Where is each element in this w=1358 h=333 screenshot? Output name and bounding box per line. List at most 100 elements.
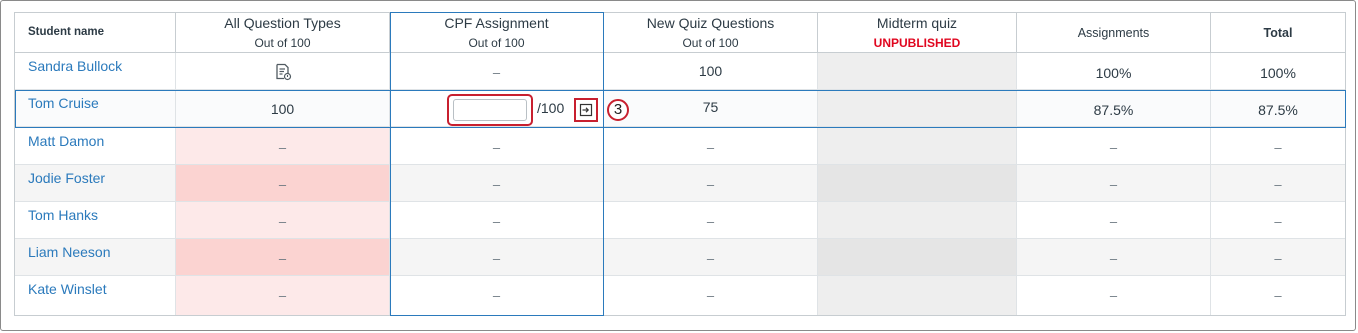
grade-value: – xyxy=(706,288,715,303)
header-title: CPF Assignment xyxy=(444,15,549,31)
grade-cell-missing[interactable]: – xyxy=(176,165,390,201)
grade-cell[interactable]: – xyxy=(390,239,604,275)
table-row: Matt Damon – – – – – xyxy=(15,128,1345,165)
header-title: New Quiz Questions xyxy=(646,15,775,31)
grade-cell-missing[interactable]: – xyxy=(176,128,390,164)
total-cell: – xyxy=(1211,276,1345,315)
gradebook-grid: Student name All Question Types Out of 1… xyxy=(14,12,1346,316)
grade-cell[interactable]: – xyxy=(604,276,818,315)
assignments-value: – xyxy=(1109,214,1118,229)
total-cell: 87.5% xyxy=(1211,90,1345,126)
header-student-name[interactable]: Student name xyxy=(15,13,176,53)
total-value: 87.5% xyxy=(1258,102,1298,118)
student-name-link[interactable]: Tom Hanks xyxy=(28,207,98,223)
total-cell: – xyxy=(1211,165,1345,201)
total-value: – xyxy=(1274,214,1282,229)
grade-value: – xyxy=(706,177,715,192)
grade-input[interactable] xyxy=(453,99,527,121)
student-name-link[interactable]: Jodie Foster xyxy=(28,170,105,186)
grade-cell[interactable]: 100 xyxy=(604,53,818,89)
assignments-value: – xyxy=(1109,251,1118,266)
grade-cell[interactable]: – xyxy=(604,128,818,164)
grade-cell[interactable]: – xyxy=(390,128,604,164)
assignments-cell: – xyxy=(1017,165,1211,201)
grade-value: – xyxy=(492,177,501,192)
header-assignments[interactable]: Assignments xyxy=(1017,13,1211,53)
grade-value: – xyxy=(706,214,715,229)
student-cell: Tom Cruise xyxy=(15,90,176,126)
student-name-link[interactable]: Sandra Bullock xyxy=(28,58,122,74)
grade-cell[interactable]: 75 xyxy=(604,90,818,126)
student-name-link[interactable]: Liam Neeson xyxy=(28,244,111,260)
grade-input-highlight xyxy=(447,94,533,126)
grade-cell[interactable]: – xyxy=(390,276,604,315)
grade-cell-missing[interactable]: – xyxy=(176,202,390,238)
student-cell: Kate Winslet xyxy=(15,276,176,315)
total-value: 100% xyxy=(1260,65,1296,81)
total-cell: – xyxy=(1211,239,1345,275)
grade-value: – xyxy=(278,214,287,229)
assignments-value: – xyxy=(1109,288,1118,303)
total-value: – xyxy=(1274,140,1282,155)
grade-value: – xyxy=(278,177,287,192)
grade-cell[interactable]: 100 xyxy=(176,90,390,126)
assignments-value: – xyxy=(1109,177,1118,192)
assignments-cell: – xyxy=(1017,276,1211,315)
grade-cell-missing[interactable]: – xyxy=(176,276,390,315)
header-title: Midterm quiz xyxy=(876,15,958,31)
header-new-quiz-questions[interactable]: New Quiz Questions Out of 100 xyxy=(604,13,818,53)
grade-cell-missing[interactable]: – xyxy=(176,239,390,275)
student-cell: Tom Hanks xyxy=(15,202,176,238)
grade-value: 100 xyxy=(270,101,295,117)
grade-cell[interactable]: – xyxy=(390,165,604,201)
total-cell: – xyxy=(1211,202,1345,238)
header-points: Out of 100 xyxy=(468,36,525,50)
header-cpf-assignment[interactable]: CPF Assignment Out of 100 xyxy=(390,13,604,53)
header-title: Assignments xyxy=(1077,26,1150,40)
table-row: Kate Winslet – – – – – xyxy=(15,276,1345,315)
step-callout: 3 xyxy=(607,99,629,121)
grade-value: – xyxy=(492,288,501,303)
assignments-cell: 87.5% xyxy=(1017,90,1211,126)
student-name-link[interactable]: Tom Cruise xyxy=(28,95,99,111)
assignments-cell: – xyxy=(1017,202,1211,238)
table-row: Tom Hanks – – – – – xyxy=(15,202,1345,239)
header-points: Out of 100 xyxy=(254,36,311,50)
assignments-value: 100% xyxy=(1095,65,1132,81)
header-student-name-label: Student name xyxy=(28,26,105,38)
header-title: Total xyxy=(1263,26,1293,40)
grade-value: – xyxy=(492,214,501,229)
grade-cell-midterm[interactable] xyxy=(818,53,1017,89)
table-row: Sandra Bullock – 100 100% 100% xyxy=(15,53,1345,90)
open-grade-detail-tray-button[interactable] xyxy=(574,98,598,122)
grade-cell-midterm[interactable] xyxy=(818,165,1017,201)
grade-cell[interactable]: – xyxy=(604,202,818,238)
total-value: – xyxy=(1274,251,1282,266)
grade-cell[interactable]: – xyxy=(604,165,818,201)
student-name-link[interactable]: Matt Damon xyxy=(28,133,104,149)
table-row: Jodie Foster – – – – – xyxy=(15,165,1345,202)
header-total[interactable]: Total xyxy=(1211,13,1345,53)
grade-cell[interactable] xyxy=(176,53,390,89)
total-value: – xyxy=(1274,177,1282,192)
grade-cell-midterm[interactable] xyxy=(818,90,1017,126)
total-cell: 100% xyxy=(1211,53,1345,89)
grade-cell-midterm[interactable] xyxy=(818,202,1017,238)
header-all-question-types[interactable]: All Question Types Out of 100 xyxy=(176,13,390,53)
student-name-link[interactable]: Kate Winslet xyxy=(28,281,107,297)
grade-value: – xyxy=(706,251,715,266)
out-of-label: /100 xyxy=(537,100,565,116)
grade-value: – xyxy=(492,251,501,266)
grade-cell[interactable]: – xyxy=(390,53,604,89)
grade-cell[interactable]: – xyxy=(604,239,818,275)
grade-cell-midterm[interactable] xyxy=(818,276,1017,315)
assignments-cell: 100% xyxy=(1017,53,1211,89)
grade-cell[interactable]: – xyxy=(390,202,604,238)
grade-cell-midterm[interactable] xyxy=(818,128,1017,164)
grade-cell-midterm[interactable] xyxy=(818,239,1017,275)
assignments-value: – xyxy=(1109,140,1118,155)
student-cell: Jodie Foster xyxy=(15,165,176,201)
grade-value: – xyxy=(278,288,287,303)
header-midterm-quiz[interactable]: Midterm quiz UNPUBLISHED xyxy=(818,13,1017,53)
grade-value: – xyxy=(706,140,715,155)
